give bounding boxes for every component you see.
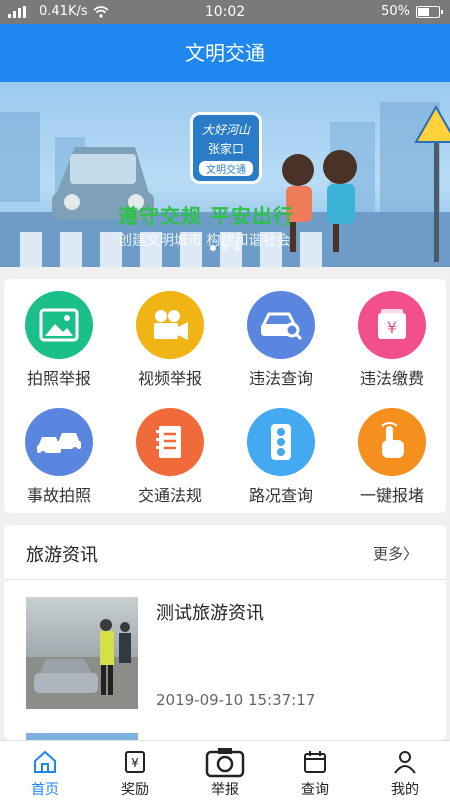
more-link[interactable]: 更多〉 (373, 543, 418, 564)
more-label: 更多 (372, 545, 403, 563)
banner-logo-line2: 张家口 (207, 142, 244, 156)
news-item-time: 2019-09-10 15:37:17 (156, 691, 316, 709)
banner-logo: 大好河山 张家口 文明交通 (190, 112, 262, 184)
grid-item-report-jam[interactable]: 一键报堵 (337, 396, 447, 506)
tap-hand-icon (358, 408, 426, 476)
banner-logo-line3: 文明交通 (199, 161, 253, 176)
photo-icon (25, 291, 93, 359)
tab-label: 查询 (301, 782, 329, 798)
tab-label: 举报 (211, 782, 239, 798)
video-camera-icon (136, 291, 204, 359)
grid-label: 违法缴费 (359, 369, 424, 388)
home-icon (0, 745, 90, 779)
user-icon (360, 745, 450, 779)
grid-label: 拍照举报 (26, 369, 91, 388)
chevron-right-icon: 〉 (402, 545, 418, 563)
battery-percent: 50% (381, 4, 410, 19)
status-right: 50% (381, 4, 443, 19)
carousel-dot (234, 245, 240, 251)
status-bar: 0.41K/s 10:02 50% (0, 0, 450, 24)
car-search-icon (247, 291, 315, 359)
bottom-tab-bar: 首页 ¥ 奖励 举报 查询 我的 (0, 740, 450, 800)
tab-query[interactable]: 查询 (270, 741, 360, 800)
grid-label: 视频举报 (137, 369, 202, 388)
tab-label: 奖励 (121, 782, 149, 798)
reward-icon: ¥ (90, 745, 180, 779)
banner-logo-line1: 大好河山 (201, 123, 250, 137)
svg-text:¥: ¥ (387, 318, 397, 337)
banner-carousel[interactable]: 大好河山 张家口 文明交通 遵守交规 平安出行 创建文明城市 构建和谐社会 (0, 82, 450, 267)
tab-report[interactable]: 举报 (180, 741, 270, 800)
carousel-dot (210, 245, 216, 251)
grid-item-traffic-law[interactable]: 交通法规 (115, 396, 225, 506)
section-header: 旅游资讯 更多〉 (4, 525, 446, 580)
battery-fill (418, 7, 429, 16)
news-item-title: 测试旅游资讯 (156, 603, 264, 624)
svg-text:¥: ¥ (131, 756, 139, 770)
travel-news-section: 旅游资讯 更多〉 测试旅游资讯 2019-09-10 15:37:17 (4, 525, 446, 740)
grid-label: 一键报堵 (359, 486, 424, 505)
list-item[interactable]: 测试旅游资讯 2019-09-10 15:37:17 (4, 597, 446, 715)
banner-slogan: 遵守交规 平安出行 (118, 204, 294, 228)
law-book-icon (136, 408, 204, 476)
tab-home[interactable]: 首页 (0, 741, 90, 800)
yuan-payment-icon: ¥ (358, 291, 426, 359)
grid-label: 违法查询 (248, 369, 313, 388)
carousel-indicators (0, 245, 450, 251)
grid-item-violation-query[interactable]: 违法查询 (226, 279, 336, 389)
grid-label: 事故拍照 (26, 486, 91, 505)
battery-icon (416, 5, 443, 18)
grid-item-photo-report[interactable]: 拍照举报 (4, 279, 114, 389)
news-thumbnail-partial (26, 733, 138, 740)
camera-icon (180, 745, 270, 779)
calendar-icon (270, 745, 360, 779)
function-grid: 拍照举报 视频举报 违法查询 ¥ 违法缴费 事故拍照 交通法规 路况查询 一键报… (4, 279, 446, 513)
page-title: 文明交通 (0, 24, 450, 82)
tab-mine[interactable]: 我的 (360, 741, 450, 800)
grid-item-accident-photo[interactable]: 事故拍照 (4, 396, 114, 506)
news-thumbnail (26, 597, 138, 709)
grid-label: 交通法规 (137, 486, 202, 505)
grid-label: 路况查询 (248, 486, 313, 505)
tab-label: 我的 (391, 782, 419, 798)
section-title: 旅游资讯 (26, 545, 98, 566)
carousel-dot (222, 245, 228, 251)
grid-item-video-report[interactable]: 视频举报 (115, 279, 225, 389)
tab-label: 首页 (31, 782, 59, 798)
grid-item-violation-payment[interactable]: ¥ 违法缴费 (337, 279, 447, 389)
car-accident-icon (25, 408, 93, 476)
tab-reward[interactable]: ¥ 奖励 (90, 741, 180, 800)
traffic-light-icon (247, 408, 315, 476)
grid-item-road-condition[interactable]: 路况查询 (226, 396, 336, 506)
